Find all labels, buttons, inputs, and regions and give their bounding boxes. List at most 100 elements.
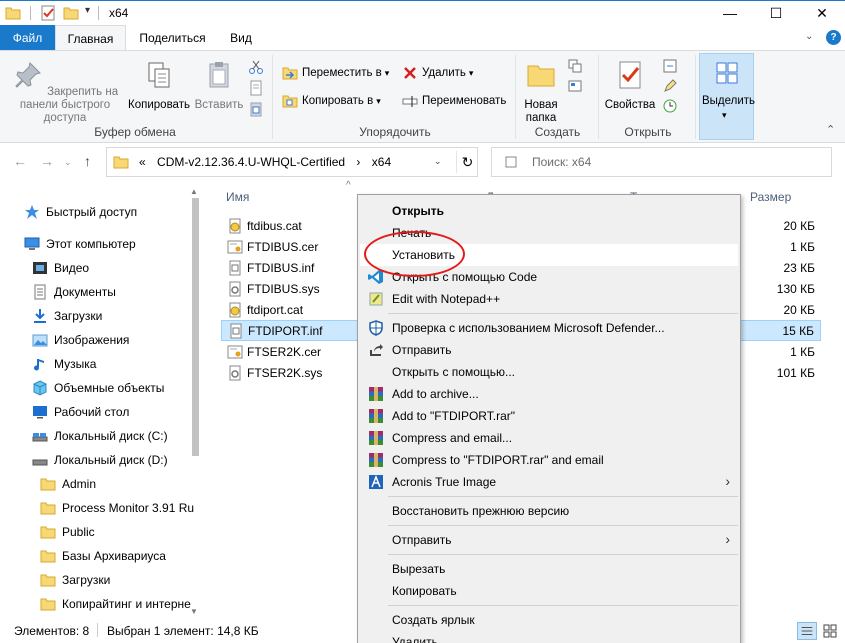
nav-item-folder[interactable]: Admin <box>40 473 96 495</box>
menu-item-copy[interactable]: Копировать <box>360 580 738 602</box>
menu-item-send-to[interactable]: Отправить › <box>360 529 738 551</box>
recent-locations-icon[interactable]: ⌄ <box>64 157 72 168</box>
computer-icon <box>24 237 40 250</box>
forward-icon[interactable]: → <box>40 153 54 169</box>
collapse-ribbon-icon[interactable]: ⌃ <box>826 123 835 136</box>
new-folder-button[interactable]: Новая папка <box>518 59 564 125</box>
up-icon[interactable]: ↑ <box>84 153 91 169</box>
paste-button[interactable]: Вставить <box>194 59 244 112</box>
properties-button[interactable]: Свойства <box>600 59 660 112</box>
nav-item-folder[interactable]: Копирайтинг и интерне <box>40 593 191 615</box>
maximize-button[interactable]: ☐ <box>753 1 799 25</box>
breadcrumb-item[interactable]: CDM-v2.12.36.4.U-WHQL-Certified <box>157 155 345 169</box>
menu-item-open-with[interactable]: Открыть с помощью... <box>360 361 738 383</box>
nav-label: Public <box>62 525 95 539</box>
menu-item-add-to-rar[interactable]: Add to "FTDIPORT.rar" <box>360 405 738 427</box>
details-view-icon[interactable] <box>797 622 817 640</box>
history-icon[interactable] <box>662 98 678 114</box>
tab-view[interactable]: Вид <box>218 25 264 51</box>
menu-item-delete[interactable]: Удалить <box>360 631 738 643</box>
winrar-icon <box>369 431 383 445</box>
folder-icon <box>40 478 56 491</box>
nav-item-folder[interactable]: Process Monitor 3.91 Ru <box>40 497 194 519</box>
folder-icon[interactable] <box>5 5 21 21</box>
menu-item-compress-rar-email[interactable]: Compress to "FTDIPORT.rar" and email <box>360 449 738 471</box>
file-size: 23 КБ <box>783 260 815 275</box>
drive-icon <box>32 433 48 442</box>
nav-item-drive-c[interactable]: Локальный диск (C:) <box>32 425 168 447</box>
address-bar[interactable]: « CDM-v2.12.36.4.U-WHQL-Certified › x64 … <box>106 147 478 177</box>
menu-item-compress-email[interactable]: Compress and email... <box>360 427 738 449</box>
nav-item-quick-access[interactable]: Быстрый доступ <box>24 201 137 223</box>
copy-path-icon[interactable] <box>248 80 264 96</box>
breadcrumb-separator[interactable]: › <box>356 155 360 169</box>
menu-item-acronis[interactable]: Acronis True Image › <box>360 471 738 493</box>
file-size: 101 КБ <box>776 365 815 380</box>
nav-item-folder[interactable]: Загрузки <box>40 569 110 591</box>
close-button[interactable]: ✕ <box>799 1 845 25</box>
help-icon[interactable]: ? <box>826 30 841 45</box>
menu-item-notepadpp[interactable]: Edit with Notepad++ <box>360 288 738 310</box>
new-item-icon[interactable] <box>567 58 583 74</box>
open-icon[interactable] <box>662 58 678 74</box>
select-button[interactable]: Выделить ▾ <box>699 53 755 140</box>
tab-file[interactable]: Файл <box>0 25 55 51</box>
scroll-down-icon[interactable]: ▼ <box>190 607 198 616</box>
nav-item-folder[interactable]: Public <box>40 521 95 543</box>
divider <box>515 55 516 139</box>
file-size: 1 КБ <box>790 344 815 359</box>
new-folder-icon[interactable] <box>63 5 79 21</box>
delete-button[interactable]: Удалить ▾ <box>402 63 473 83</box>
copy-to-button[interactable]: Копировать в ▾ <box>282 91 381 111</box>
menu-item-cut[interactable]: Вырезать <box>360 558 738 580</box>
menu-item-defender-scan[interactable]: Проверка с использованием Microsoft Defe… <box>360 317 738 339</box>
search-input[interactable]: Поиск: x64 <box>491 147 832 177</box>
menu-item-open[interactable]: Открыть <box>360 200 738 222</box>
nav-item-drive-d[interactable]: Локальный диск (D:) <box>32 449 168 471</box>
minimize-button[interactable]: — <box>707 1 753 25</box>
pin-to-quick-access-button[interactable]: Закрепить на панели быстрого доступа <box>6 59 124 125</box>
paste-shortcut-icon[interactable] <box>248 101 264 117</box>
nav-item-pictures[interactable]: Изображения <box>32 329 129 351</box>
breadcrumb-item[interactable]: x64 <box>372 155 391 169</box>
customize-quick-access-icon[interactable]: ▾ <box>85 5 90 16</box>
cut-icon[interactable] <box>248 59 264 75</box>
file-name: FTSER2K.cer <box>247 344 322 359</box>
rename-button[interactable]: Переименовать <box>402 91 506 111</box>
nav-label: Документы <box>54 285 116 299</box>
nav-label: Этот компьютер <box>46 237 136 251</box>
nav-scrollbar-thumb[interactable] <box>192 198 199 456</box>
refresh-button[interactable]: ↻ <box>456 151 478 173</box>
chevron-down-icon[interactable]: ⌄ <box>434 156 442 167</box>
divider <box>97 623 98 637</box>
menu-item-restore-previous[interactable]: Восстановить прежнюю версию <box>360 500 738 522</box>
column-header-name[interactable]: Имя <box>226 185 249 209</box>
nav-item-downloads[interactable]: Загрузки <box>32 305 102 327</box>
easy-access-icon[interactable] <box>567 78 583 94</box>
menu-item-share[interactable]: Отправить <box>360 339 738 361</box>
move-to-button[interactable]: Переместить в ▾ <box>282 63 389 83</box>
nav-item-this-pc[interactable]: Этот компьютер <box>24 233 136 255</box>
folder-icon <box>40 574 56 587</box>
nav-item-video[interactable]: Видео <box>32 257 89 279</box>
column-header-size[interactable]: Размер <box>750 185 791 209</box>
menu-item-create-shortcut[interactable]: Создать ярлык <box>360 609 738 631</box>
nav-item-3d-objects[interactable]: Объемные объекты <box>32 377 164 399</box>
scroll-up-icon[interactable]: ▲ <box>190 187 198 196</box>
properties-icon[interactable] <box>40 5 56 21</box>
menu-label: Отправить <box>392 343 452 357</box>
tab-share[interactable]: Поделиться <box>130 25 215 51</box>
nav-item-folder[interactable]: Базы Архивариуса <box>40 545 166 567</box>
menu-item-add-to-archive[interactable]: Add to archive... <box>360 383 738 405</box>
copy-button[interactable]: Копировать <box>126 59 192 112</box>
chevron-down-icon[interactable]: ⌄ <box>805 31 813 42</box>
tab-home[interactable]: Главная <box>55 25 126 51</box>
nav-item-desktop[interactable]: Рабочий стол <box>32 401 129 423</box>
cer-file-icon <box>227 345 243 358</box>
back-icon[interactable]: ← <box>13 153 27 169</box>
nav-item-music[interactable]: Музыка <box>32 353 96 375</box>
edit-icon[interactable] <box>662 78 678 94</box>
nav-item-documents[interactable]: Документы <box>32 281 116 303</box>
breadcrumb-overflow[interactable]: « <box>139 155 146 169</box>
large-icons-view-icon[interactable] <box>820 622 840 640</box>
